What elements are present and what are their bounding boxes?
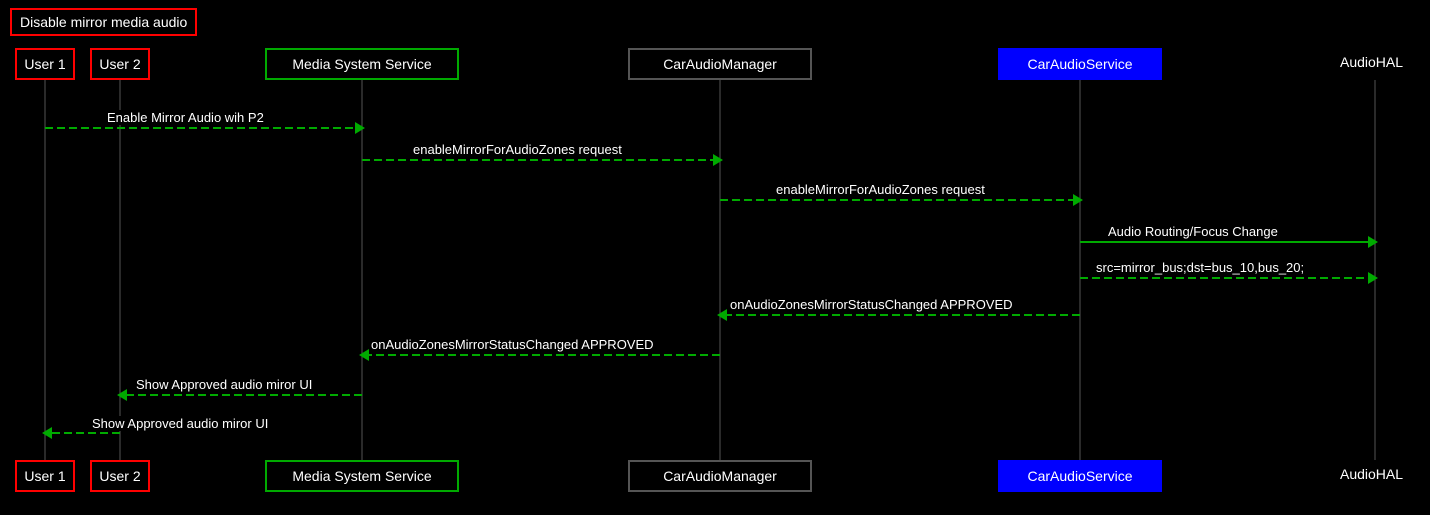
msg-on-audio-zones-1: onAudioZonesMirrorStatusChanged APPROVED [730, 297, 1013, 312]
msg-src-mirror-bus: src=mirror_bus;dst=bus_10,bus_20; [1096, 260, 1304, 275]
msg-enable-mirror-zones-1: enableMirrorForAudioZones request [413, 142, 622, 157]
msg-enable-mirror-zones-2: enableMirrorForAudioZones request [776, 182, 985, 197]
msg-show-approved-1: Show Approved audio miror UI [136, 377, 312, 392]
msg-enable-mirror-audio: Enable Mirror Audio wih P2 [107, 110, 264, 125]
msg-on-audio-zones-2: onAudioZonesMirrorStatusChanged APPROVED [371, 337, 654, 352]
msg-show-approved-2: Show Approved audio miror UI [92, 416, 268, 431]
msg-audio-routing: Audio Routing/Focus Change [1108, 224, 1278, 239]
